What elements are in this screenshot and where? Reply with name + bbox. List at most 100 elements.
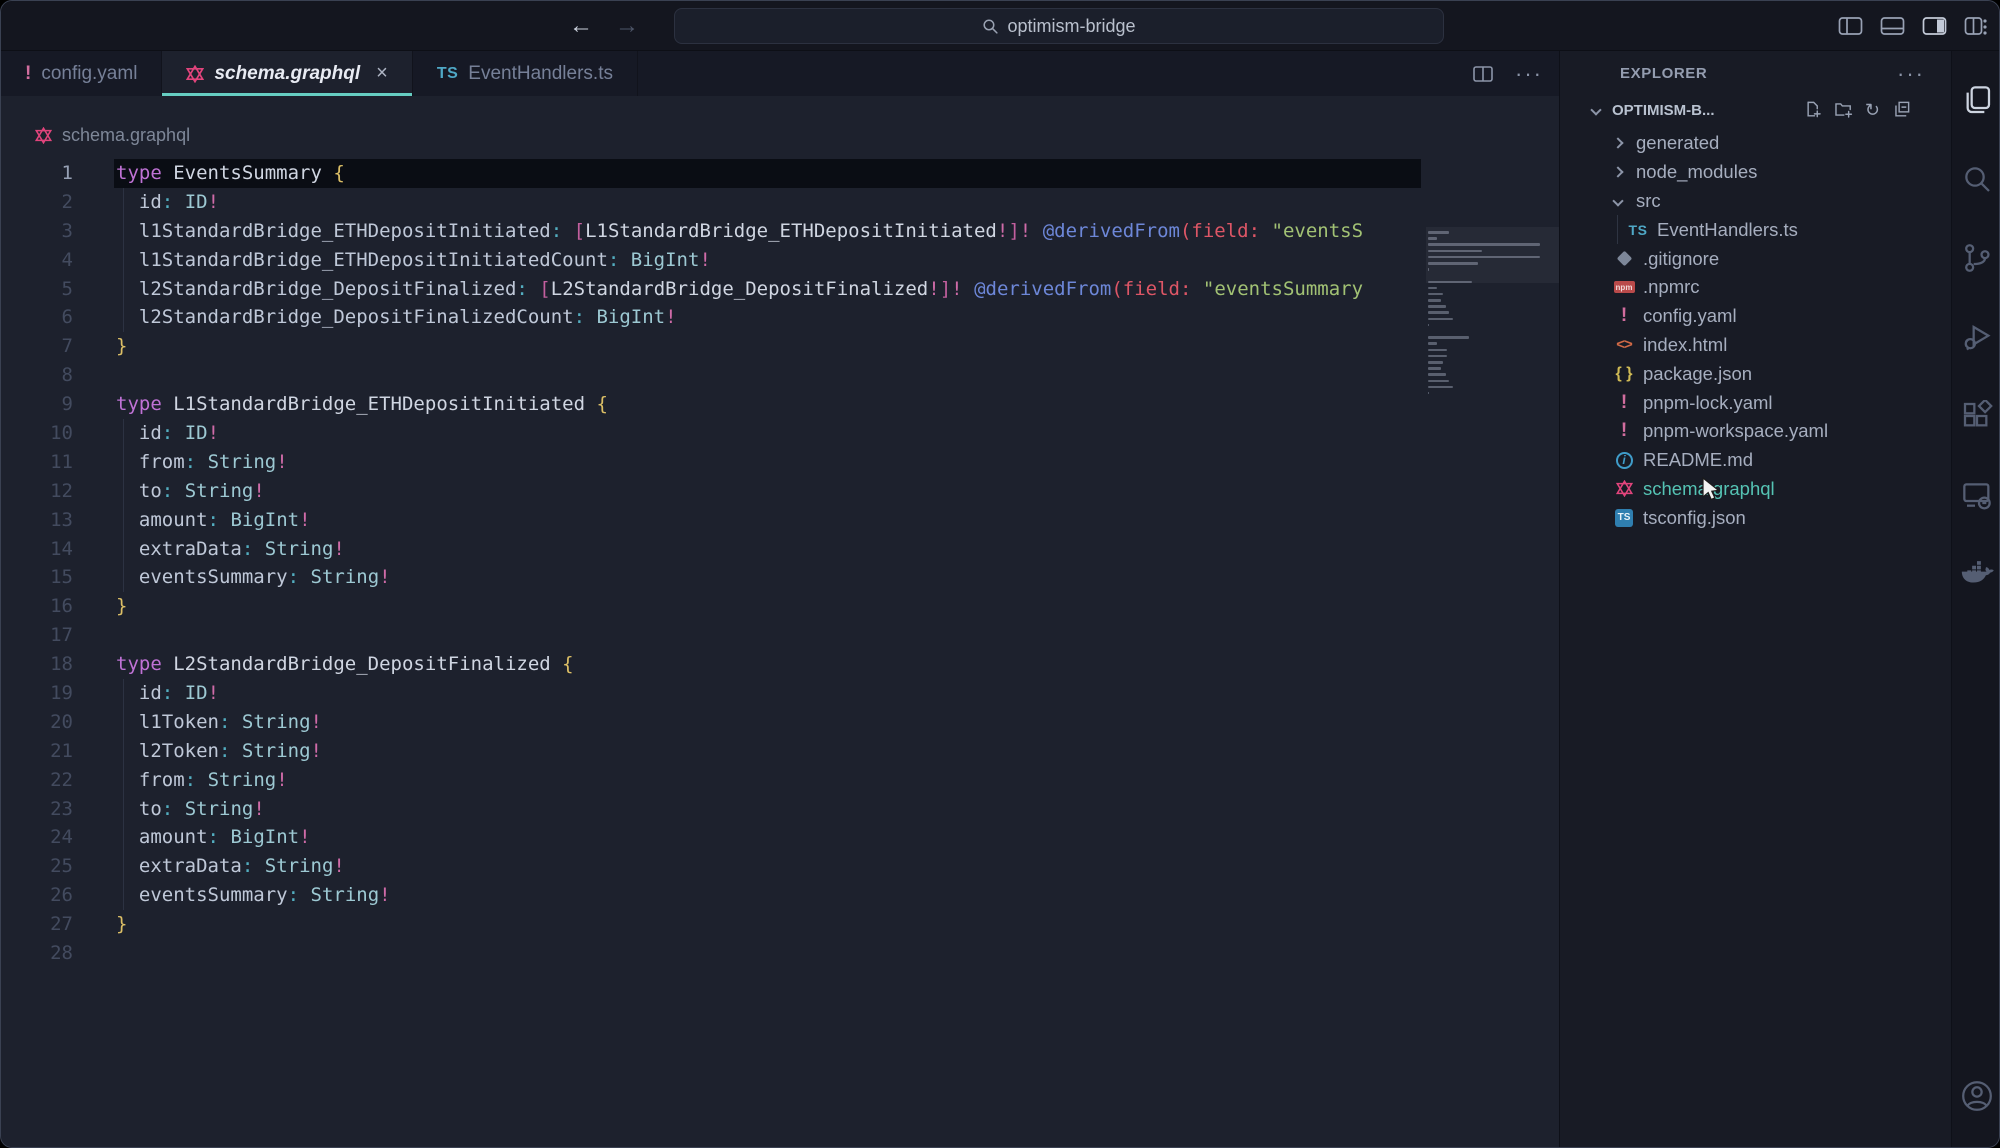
code-line[interactable]: 2 id: ID! [1, 188, 1421, 217]
new-folder-icon[interactable] [1834, 100, 1853, 121]
code-line[interactable]: 16} [1, 592, 1421, 621]
tree-item-eventhandlers-ts[interactable]: TSEventHandlers.ts [1560, 215, 1951, 244]
run-debug-icon[interactable] [1952, 314, 2000, 360]
code-editor[interactable]: 1type EventsSummary {2 id: ID!3 l1Standa… [1, 154, 1559, 1147]
tree-item-index-html[interactable]: <> index.html [1560, 331, 1951, 360]
code-line[interactable]: 27} [1, 910, 1421, 939]
code-line[interactable]: 23 to: String! [1, 795, 1421, 824]
file-label: .npmrc [1643, 276, 1700, 298]
chevron-right-icon [1612, 167, 1623, 178]
tree-item-src[interactable]: src [1560, 187, 1951, 216]
code-line[interactable]: 5 l2StandardBridge_DepositFinalized: [L2… [1, 275, 1421, 304]
tree-item-pnpm-lock-yaml[interactable]: ! pnpm-lock.yaml [1560, 388, 1951, 417]
yaml-warning-icon: ! [1612, 392, 1636, 414]
line-number: 22 [1, 766, 73, 795]
code-line[interactable]: 25 extraData: String! [1, 852, 1421, 881]
code-line[interactable]: 3 l1StandardBridge_ETHDepositInitiated: … [1, 217, 1421, 246]
code-line-text: from: String! [116, 766, 288, 795]
breadcrumb-item[interactable]: schema.graphql [35, 125, 190, 146]
source-control-icon[interactable] [1952, 235, 2000, 281]
code-line[interactable]: 6 l2StandardBridge_DepositFinalizedCount… [1, 303, 1421, 332]
code-line[interactable]: 7} [1, 332, 1421, 361]
search-view-icon[interactable] [1952, 156, 2000, 202]
tree-item-package-json[interactable]: { }package.json [1560, 359, 1951, 388]
code-line[interactable]: 17 [1, 621, 1421, 650]
code-line[interactable]: 19 id: ID! [1, 679, 1421, 708]
toggle-panel-bottom-icon[interactable] [1880, 16, 1905, 36]
collapse-folders-icon[interactable] [1892, 100, 1911, 121]
minimap[interactable] [1428, 231, 1549, 461]
tab-close-icon[interactable]: × [376, 62, 388, 85]
tsconfig-icon: TS [1612, 509, 1636, 527]
tab-config-yaml[interactable]: ! config.yaml [1, 51, 162, 96]
tab-eventhandlers-ts[interactable]: TS EventHandlers.ts [413, 51, 638, 96]
code-line-text: } [116, 910, 127, 939]
search-value: optimism-bridge [1007, 16, 1135, 37]
minimap-line [1428, 373, 1446, 376]
code-line[interactable]: 12 to: String! [1, 477, 1421, 506]
refresh-explorer-icon[interactable]: ↻ [1865, 100, 1880, 121]
minimap-line [1428, 349, 1447, 352]
toggle-panel-right-icon[interactable] [1922, 16, 1947, 36]
nav-forward-icon[interactable]: → [615, 12, 639, 40]
tree-item--npmrc[interactable]: npm.npmrc [1560, 273, 1951, 302]
code-line[interactable]: 8 [1, 361, 1421, 390]
editor-more-actions-icon[interactable]: ··· [1515, 69, 1543, 79]
code-line-text: } [116, 592, 127, 621]
workspace-name: OPTIMISM-B... [1612, 102, 1715, 119]
remote-explorer-icon[interactable] [1952, 472, 2000, 518]
code-line[interactable]: 18type L2StandardBridge_DepositFinalized… [1, 650, 1421, 679]
code-line[interactable]: 13 amount: BigInt! [1, 506, 1421, 535]
code-line[interactable]: 1type EventsSummary { [1, 159, 1421, 188]
minimap-line [1428, 361, 1443, 364]
explorer-title: EXPLORER [1620, 65, 1707, 82]
code-line[interactable]: 11 from: String! [1, 448, 1421, 477]
explorer-more-actions-icon[interactable]: ··· [1897, 69, 1925, 79]
tree-item-pnpm-workspace-yaml[interactable]: !pnpm-workspace.yaml [1560, 417, 1951, 446]
tree-item-readme-md[interactable]: iREADME.md [1560, 446, 1951, 475]
yaml-warning-icon: ! [25, 63, 31, 85]
docker-icon[interactable] [1952, 551, 2000, 597]
nav-back-icon[interactable]: ← [569, 12, 593, 40]
tree-item--gitignore[interactable]: .gitignore [1560, 244, 1951, 273]
account-icon[interactable] [1952, 1073, 2000, 1119]
extensions-icon[interactable] [1952, 393, 2000, 439]
line-number: 2 [1, 188, 73, 217]
toggle-panel-left-icon[interactable] [1838, 16, 1863, 36]
split-editor-icon[interactable] [1473, 66, 1493, 82]
code-line[interactable]: 24 amount: BigInt! [1, 823, 1421, 852]
code-line[interactable]: 21 l2Token: String! [1, 737, 1421, 766]
line-number: 27 [1, 910, 73, 939]
code-line[interactable]: 10 id: ID! [1, 419, 1421, 448]
minimap-line [1428, 392, 1429, 395]
tree-item-config-yaml[interactable]: !config.yaml [1560, 302, 1951, 331]
customize-layout-icon[interactable] [1964, 16, 1987, 36]
explorer-view-icon[interactable] [1952, 77, 2000, 123]
code-line-text: l1StandardBridge_ETHDepositInitiatedCoun… [116, 246, 711, 275]
code-line[interactable]: 9type L1StandardBridge_ETHDepositInitiat… [1, 390, 1421, 419]
new-file-icon[interactable] [1803, 100, 1822, 121]
code-line-text: to: String! [116, 477, 265, 506]
file-label: pnpm-lock.yaml [1643, 392, 1773, 414]
line-number: 19 [1, 679, 73, 708]
html-icon: <> [1612, 336, 1636, 353]
file-label: pnpm-workspace.yaml [1643, 420, 1828, 442]
code-line[interactable]: 26 eventsSummary: String! [1, 881, 1421, 910]
tree-item-schema-graphql[interactable]: schema.graphql [1560, 475, 1951, 504]
tree-item-generated[interactable]: generated [1560, 129, 1951, 158]
code-line[interactable]: 28 [1, 939, 1421, 968]
code-line[interactable]: 14 extraData: String! [1, 535, 1421, 564]
workspace-section-header[interactable]: OPTIMISM-B... ↻ [1560, 96, 1951, 124]
tab-schema-graphql[interactable]: schema.graphql × [162, 51, 412, 96]
code-line[interactable]: 4 l1StandardBridge_ETHDepositInitiatedCo… [1, 246, 1421, 275]
code-line[interactable]: 22 from: String! [1, 766, 1421, 795]
code-line[interactable]: 15 eventsSummary: String! [1, 563, 1421, 592]
line-number: 7 [1, 332, 73, 361]
file-label: index.html [1643, 334, 1727, 356]
tree-item-node-modules[interactable]: node_modules [1560, 158, 1951, 187]
tree-item-tsconfig-json[interactable]: TStsconfig.json [1560, 503, 1951, 532]
code-line[interactable]: 20 l1Token: String! [1, 708, 1421, 737]
line-number: 5 [1, 275, 73, 304]
minimap-slider[interactable] [1426, 227, 1559, 283]
command-center-search[interactable]: optimism-bridge [674, 8, 1444, 44]
